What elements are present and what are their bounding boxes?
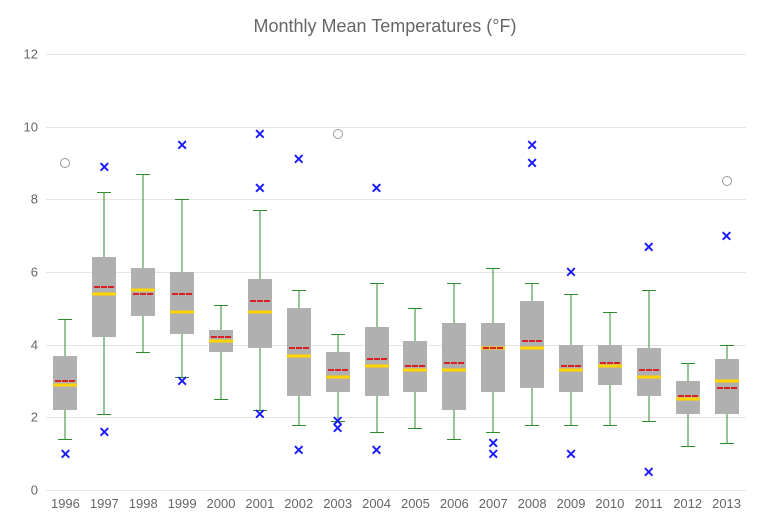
- x-tick-label: 1997: [90, 496, 119, 511]
- x-tick-label: 2001: [245, 496, 274, 511]
- x-tick-label: 2009: [557, 496, 586, 511]
- y-tick-label: 10: [8, 119, 38, 134]
- outlier-x-icon: ✕: [721, 229, 733, 243]
- outlier-x-icon: ✕: [371, 443, 383, 457]
- x-tick-label: 2000: [207, 496, 236, 511]
- y-tick-label: 2: [8, 410, 38, 425]
- outlier-x-icon: ✕: [643, 240, 655, 254]
- x-tick-label: 2002: [284, 496, 313, 511]
- chart-title: Monthly Mean Temperatures (°F): [0, 16, 770, 37]
- outlier-x-icon: ✕: [526, 138, 538, 152]
- x-tick-label: 2006: [440, 496, 469, 511]
- outlier-x-icon: ✕: [332, 414, 344, 428]
- outlier-x-icon: ✕: [293, 443, 305, 457]
- y-tick-label: 0: [8, 483, 38, 498]
- outlier-x-icon: ✕: [487, 436, 499, 450]
- outlier-x-icon: ✕: [254, 407, 266, 421]
- outlier-x-icon: ✕: [176, 374, 188, 388]
- gridline-y: [46, 417, 746, 418]
- gridline-y: [46, 490, 746, 491]
- outlier-x-icon: ✕: [254, 127, 266, 141]
- x-tick-label: 1996: [51, 496, 80, 511]
- x-tick-label: 2010: [595, 496, 624, 511]
- outlier-x-icon: ✕: [98, 160, 110, 174]
- outlier-o-icon: [333, 129, 343, 139]
- outlier-x-icon: ✕: [98, 425, 110, 439]
- x-tick-label: 2007: [479, 496, 508, 511]
- x-tick-label: 2011: [635, 496, 663, 511]
- gridline-y: [46, 127, 746, 128]
- y-tick-label: 8: [8, 192, 38, 207]
- outlier-x-icon: ✕: [371, 181, 383, 195]
- outlier-x-icon: ✕: [565, 265, 577, 279]
- y-tick-label: 6: [8, 265, 38, 280]
- x-tick-label: 1999: [168, 496, 197, 511]
- outlier-x-icon: ✕: [176, 138, 188, 152]
- gridline-y: [46, 199, 746, 200]
- x-tick-label: 2003: [323, 496, 352, 511]
- gridline-y: [46, 54, 746, 55]
- boxplot-chart: Monthly Mean Temperatures (°F) 0 2 4 6 8 10 12…: [0, 0, 770, 530]
- x-tick-label: 2004: [362, 496, 391, 511]
- outlier-x-icon: ✕: [60, 447, 72, 461]
- outlier-x-icon: ✕: [565, 447, 577, 461]
- x-tick-label: 2013: [712, 496, 741, 511]
- outlier-o-icon: [722, 176, 732, 186]
- outlier-x-icon: ✕: [293, 152, 305, 166]
- outlier-x-icon: ✕: [254, 181, 266, 195]
- x-tick-label: 1998: [129, 496, 158, 511]
- y-tick-label: 4: [8, 337, 38, 352]
- x-tick-label: 2005: [401, 496, 430, 511]
- x-tick-label: 2012: [673, 496, 702, 511]
- outlier-x-icon: ✕: [643, 465, 655, 479]
- plot-area: 0246810121996✕1997✕✕19981999✕✕20002001✕✕…: [46, 54, 746, 490]
- gridline-y: [46, 345, 746, 346]
- outlier-o-icon: [60, 158, 70, 168]
- outlier-x-icon: ✕: [526, 156, 538, 170]
- y-tick-label: 12: [8, 47, 38, 62]
- x-tick-label: 2008: [518, 496, 547, 511]
